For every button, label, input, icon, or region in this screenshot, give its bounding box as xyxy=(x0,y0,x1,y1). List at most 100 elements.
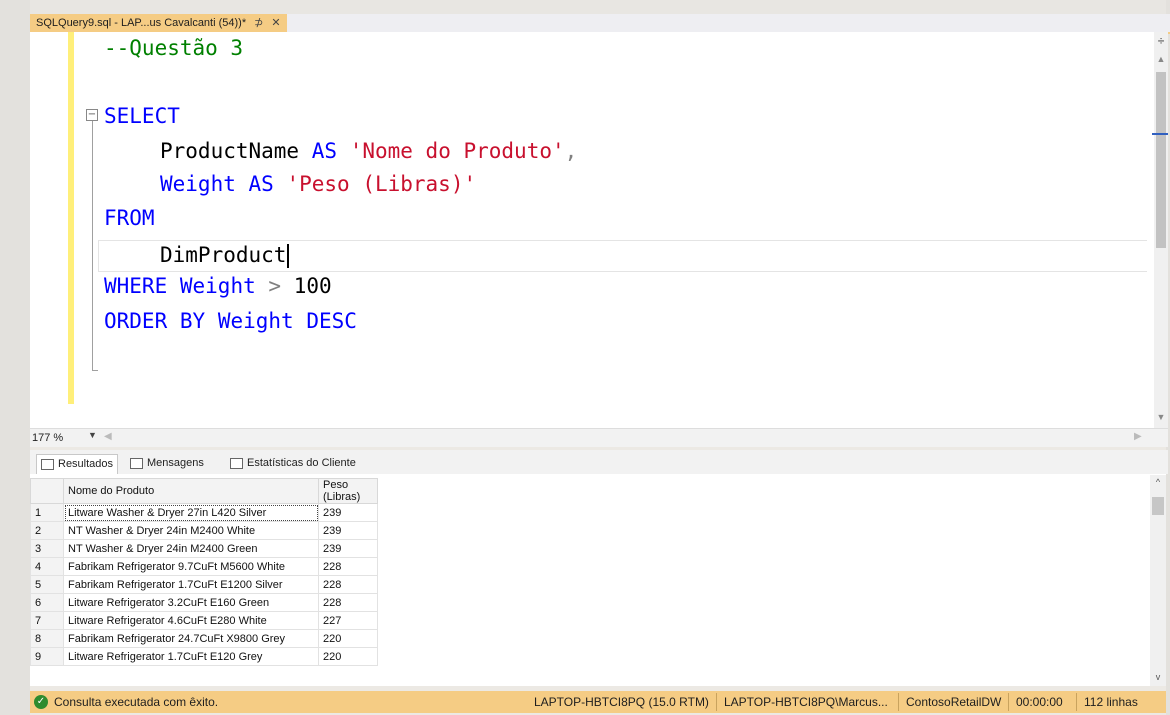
column-header[interactable]: Nome do Produto xyxy=(63,478,319,504)
row-number[interactable]: 1 xyxy=(30,503,64,522)
top-background xyxy=(0,0,1170,14)
cell-weight[interactable]: 228 xyxy=(318,575,378,594)
status-user: LAPTOP-HBTCI8PQ\Marcus... xyxy=(724,695,888,709)
row-number[interactable]: 9 xyxy=(30,647,64,666)
cell-product-name[interactable]: Litware Refrigerator 3.2CuFt E160 Green xyxy=(63,593,319,612)
cell-weight[interactable]: 227 xyxy=(318,611,378,630)
scroll-right-icon[interactable]: ▶ xyxy=(1134,431,1142,442)
zoom-level[interactable]: 177 % xyxy=(32,431,63,445)
row-number[interactable]: 4 xyxy=(30,557,64,576)
row-number[interactable]: 3 xyxy=(30,539,64,558)
code-line-7: DimProduct xyxy=(160,239,290,272)
sql-table: DimProduct xyxy=(160,243,287,267)
status-database: ContosoRetailDW xyxy=(906,695,1002,709)
cell-product-name[interactable]: Fabrikam Refrigerator 24.7CuFt X9800 Gre… xyxy=(63,629,319,648)
tab-resultados[interactable]: Resultados xyxy=(36,454,119,474)
split-icon[interactable]: ÷ xyxy=(1154,34,1168,48)
cell-weight[interactable]: 239 xyxy=(318,539,378,558)
cell-product-name[interactable]: Litware Washer & Dryer 27in L420 Silver xyxy=(63,503,319,522)
table-row[interactable]: 2 NT Washer & Dryer 24in M2400 White 239 xyxy=(30,521,378,540)
sql-keyword-as: AS xyxy=(311,139,338,163)
tab-mensagens[interactable]: Mensagens xyxy=(126,454,208,473)
results-scrollbar[interactable]: ^ v xyxy=(1150,475,1166,686)
row-number[interactable]: 8 xyxy=(30,629,64,648)
table-row[interactable]: 1 Litware Washer & Dryer 27in L420 Silver… xyxy=(30,503,378,522)
query-editor[interactable]: − --Questão 3 SELECT ProductName AS 'Nom… xyxy=(30,32,1154,428)
table-row[interactable]: 7 Litware Refrigerator 4.6CuFt E280 White… xyxy=(30,611,378,630)
statistics-icon xyxy=(230,458,243,469)
row-number[interactable]: 5 xyxy=(30,575,64,594)
sql-keyword-select: SELECT xyxy=(104,104,180,128)
text-caret xyxy=(287,244,290,268)
row-number-header[interactable] xyxy=(30,478,64,504)
results-tab-bar: Resultados Mensagens Estatísticas do Cli… xyxy=(30,450,1168,474)
row-number[interactable]: 2 xyxy=(30,521,64,540)
sql-keyword-from: FROM xyxy=(104,206,155,230)
scroll-up-icon[interactable]: ^ xyxy=(1150,477,1166,487)
scroll-thumb[interactable] xyxy=(1156,72,1166,248)
table-row[interactable]: 4 Fabrikam Refrigerator 9.7CuFt M5600 Whi… xyxy=(30,557,378,576)
divider xyxy=(716,693,717,711)
scroll-thumb[interactable] xyxy=(1152,497,1164,515)
cell-product-name[interactable]: NT Washer & Dryer 24in M2400 White xyxy=(63,521,319,540)
sql-alias-2: 'Peso (Libras)' xyxy=(286,172,477,196)
zoom-bar: 177 % ▼ ◀ ▶ xyxy=(30,428,1168,447)
code-line-9: ORDER BY Weight DESC xyxy=(104,305,357,338)
table-row[interactable]: 3 NT Washer & Dryer 24in M2400 Green 239 xyxy=(30,539,378,558)
cell-product-name[interactable]: Litware Refrigerator 1.7CuFt E120 Grey xyxy=(63,647,319,666)
cell-weight[interactable]: 239 xyxy=(318,503,378,522)
results-table: Nome do Produto Peso (Libras) 1 Litware W… xyxy=(30,478,378,666)
sql-where-column: Weight xyxy=(179,274,256,298)
cell-weight[interactable]: 239 xyxy=(318,521,378,540)
left-background xyxy=(0,0,30,715)
code-line-4: ProductName AS 'Nome do Produto', xyxy=(160,135,577,168)
scroll-down-icon[interactable]: v xyxy=(1150,672,1166,682)
cell-weight[interactable]: 220 xyxy=(318,629,378,648)
divider xyxy=(1076,693,1077,711)
tab-estatisticas[interactable]: Estatísticas do Cliente xyxy=(226,454,360,473)
cell-weight[interactable]: 228 xyxy=(318,557,378,576)
scroll-down-icon[interactable]: ▼ xyxy=(1154,412,1168,424)
status-rows: 112 linhas xyxy=(1084,695,1138,709)
sql-keyword-order-by: ORDER BY xyxy=(104,309,206,333)
status-message: Consulta executada com êxito. xyxy=(54,695,219,709)
table-header-row: Nome do Produto Peso (Libras) xyxy=(30,478,378,504)
table-row[interactable]: 8 Fabrikam Refrigerator 24.7CuFt X9800 Gr… xyxy=(30,629,378,648)
sql-order-column: Weight xyxy=(217,309,294,333)
sql-where-value: 100 xyxy=(293,274,332,298)
row-number[interactable]: 7 xyxy=(30,611,64,630)
ssms-window: SQLQuery9.sql - LAP...us Cavalcanti (54)… xyxy=(0,0,1170,715)
results-grid[interactable]: Nome do Produto Peso (Libras) 1 Litware W… xyxy=(30,474,1166,686)
column-header[interactable]: Peso (Libras) xyxy=(318,478,378,504)
chevron-down-icon[interactable]: ▼ xyxy=(88,430,97,440)
close-icon[interactable]: ✕ xyxy=(271,14,280,32)
document-tab-bar: SQLQuery9.sql - LAP...us Cavalcanti (54)… xyxy=(30,14,1170,34)
cell-product-name[interactable]: Litware Refrigerator 4.6CuFt E280 White xyxy=(63,611,319,630)
cell-weight[interactable]: 228 xyxy=(318,593,378,612)
table-row[interactable]: 5 Fabrikam Refrigerator 1.7CuFt E1200 Sil… xyxy=(30,575,378,594)
tab-label: Mensagens xyxy=(147,457,204,469)
table-row[interactable]: 9 Litware Refrigerator 1.7CuFt E120 Grey 2… xyxy=(30,647,378,666)
sql-operator: > xyxy=(268,274,282,298)
cell-product-name[interactable]: Fabrikam Refrigerator 9.7CuFt M5600 Whit… xyxy=(63,557,319,576)
code-area[interactable]: --Questão 3 SELECT ProductName AS 'Nome … xyxy=(30,32,1154,428)
cell-weight[interactable]: 220 xyxy=(318,647,378,666)
code-line-5: Weight AS 'Peso (Libras)' xyxy=(160,168,476,201)
sql-keyword-where: WHERE xyxy=(104,274,168,298)
sql-comma: , xyxy=(564,139,578,163)
cell-product-name[interactable]: Fabrikam Refrigerator 1.7CuFt E1200 Silv… xyxy=(63,575,319,594)
pin-icon[interactable]: ⊅ xyxy=(254,14,263,32)
divider xyxy=(1008,693,1009,711)
scroll-map-marker xyxy=(1152,133,1168,135)
document-tab-title: SQLQuery9.sql - LAP...us Cavalcanti (54)… xyxy=(36,17,247,29)
cell-product-name[interactable]: NT Washer & Dryer 24in M2400 Green xyxy=(63,539,319,558)
scroll-left-icon[interactable]: ◀ xyxy=(104,431,112,442)
sql-comment: --Questão 3 xyxy=(104,36,244,60)
document-tab[interactable]: SQLQuery9.sql - LAP...us Cavalcanti (54)… xyxy=(30,14,287,32)
row-number[interactable]: 6 xyxy=(30,593,64,612)
sql-alias-1: 'Nome do Produto' xyxy=(349,139,565,163)
editor-scrollbar[interactable]: ÷ ▲ ▼ xyxy=(1154,32,1168,428)
table-row[interactable]: 6 Litware Refrigerator 3.2CuFt E160 Green… xyxy=(30,593,378,612)
scroll-up-icon[interactable]: ▲ xyxy=(1154,54,1168,66)
code-line-8: WHERE Weight > 100 xyxy=(104,270,332,303)
